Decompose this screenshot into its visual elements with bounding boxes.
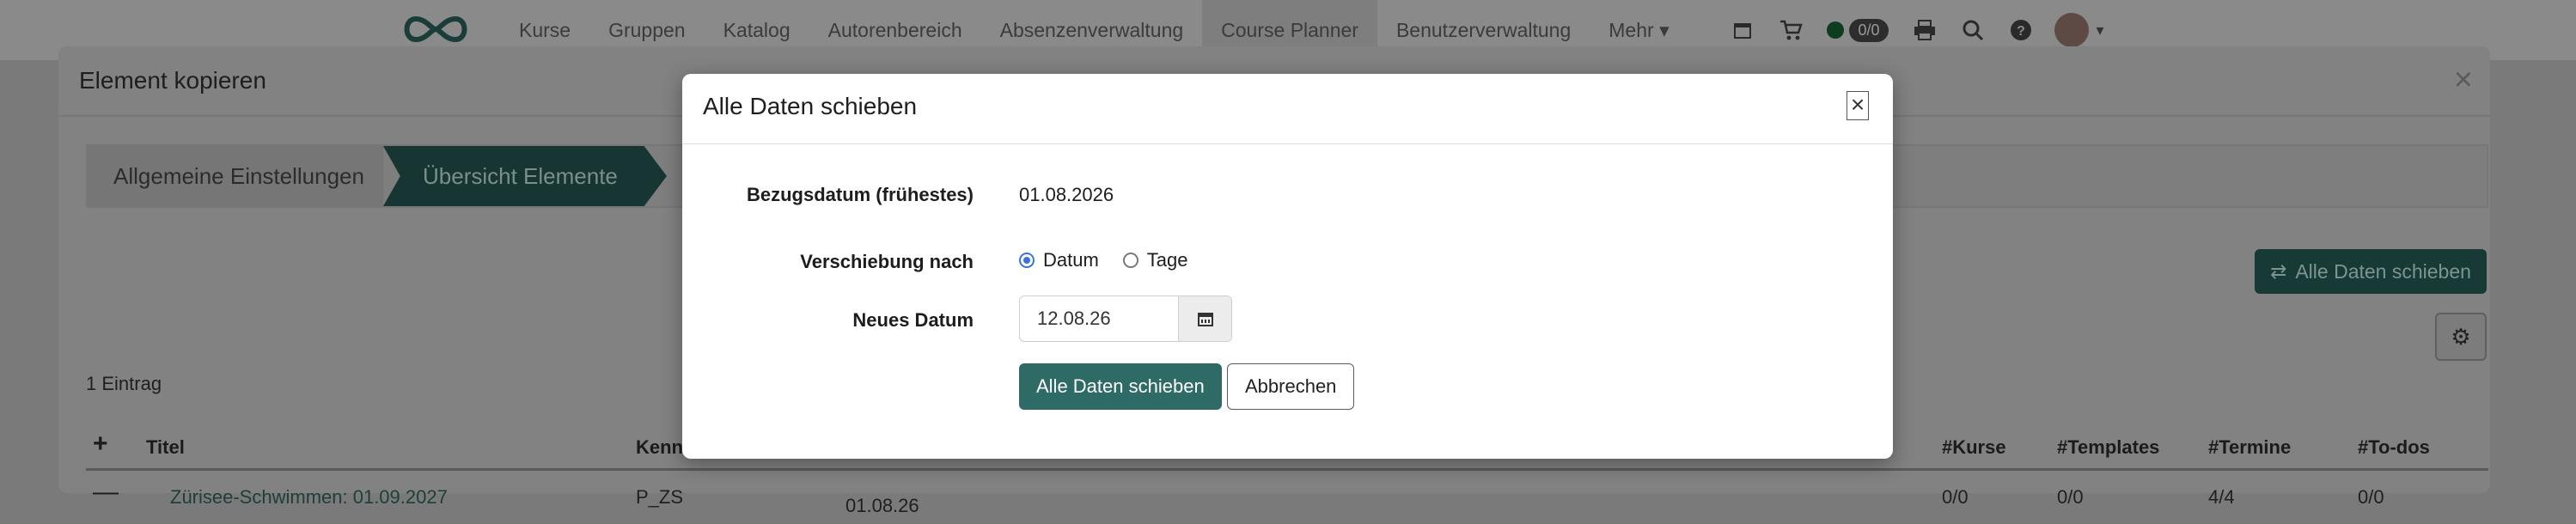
infinity-logo-icon[interactable] [397,12,474,46]
table-settings-button[interactable]: ⚙ [2435,313,2487,361]
row-kurse: 0/0 [1942,486,1969,508]
dialog-title: Alle Daten schieben [703,93,918,119]
new-date-row: Neues Datum 12.08.26 [682,296,1893,344]
close-icon[interactable]: × [2454,62,2473,99]
expand-all-icon[interactable]: + [93,430,108,459]
shift-all-dates-submit-button[interactable]: Alle Daten schieben [1019,363,1222,410]
row-kenn: P_ZS [636,486,684,508]
column-header-todos[interactable]: #To-dos [2358,436,2430,459]
table-row: — Zürisee-Schwimmen: 01.09.2027 P_ZS 01.… [86,472,2488,524]
shift-icon: ⇄ [2270,259,2287,283]
column-header-kenn[interactable]: Kenn [636,436,683,459]
reference-date-label: Bezugsdatum (frühestes) [746,184,974,205]
svg-text:?: ? [2017,24,2025,39]
wizard-step-general-settings[interactable]: Allgemeine Einstellungen [88,146,383,206]
new-date-value[interactable]: 12.08.26 [1020,308,1178,330]
nav-item-mehr-label: Mehr [1608,19,1654,41]
column-header-kurse[interactable]: #Kurse [1942,436,2006,459]
shift-dates-dialog: Alle Daten schieben × Bezugsdatum (frühe… [682,74,1893,459]
shift-all-dates-button[interactable]: ⇄ Alle Daten schieben [2255,249,2487,294]
caret-down-icon: ▾ [2096,21,2104,39]
column-header-termine[interactable]: #Termine [2208,436,2291,459]
row-termine: 4/4 [2208,486,2235,508]
column-header-title[interactable]: Titel [146,436,185,459]
avatar [2054,13,2090,47]
collapse-icon[interactable]: — [93,478,119,507]
dialog-buttons: Alle Daten schieben Abbrechen [682,363,1893,411]
calendar-picker-button[interactable] [1178,296,1231,341]
column-header-templates[interactable]: #Templates [2057,436,2159,459]
calendar-icon [1197,313,1213,326]
reference-date-row: Bezugsdatum (frühestes) 01.08.2026 [682,174,1893,216]
notification-badge: 0/0 [1849,18,1889,42]
cancel-button[interactable]: Abbrechen [1227,363,1355,410]
online-status-icon [1827,21,1845,39]
entry-count: 1 Eintrag [86,373,162,394]
close-icon[interactable]: × [1847,91,1869,120]
row-todos: 0/0 [2358,486,2384,508]
row-date: 01.08.26 [845,495,919,516]
shift-mode-row: Verschiebung nach Datum Tage [682,241,1893,283]
new-date-field[interactable]: 12.08.26 [1019,296,1232,342]
dialog-header: Alle Daten schieben × [682,74,1893,144]
reference-date-value: 01.08.2026 [1019,184,1114,205]
shift-mode-radio-group: Datum Tage [1019,249,1212,271]
wizard-step-overview-elements[interactable]: Übersicht Elemente [383,146,667,206]
shift-mode-label: Verschiebung nach [800,251,974,272]
radio-tage[interactable] [1122,253,1138,268]
radio-datum-label[interactable]: Datum [1043,249,1099,271]
shift-all-dates-label: Alle Daten schieben [2295,259,2471,283]
row-title-link[interactable]: Zürisee-Schwimmen: 01.09.2027 [170,486,448,509]
caret-down-icon: ▾ [1659,19,1670,41]
radio-datum[interactable] [1019,253,1035,268]
radio-tage-label[interactable]: Tage [1147,249,1188,271]
row-templates: 0/0 [2057,486,2084,508]
panel-title: Element kopieren [79,67,266,94]
new-date-label: Neues Datum [852,309,974,331]
gear-icon: ⚙ [2451,323,2471,350]
